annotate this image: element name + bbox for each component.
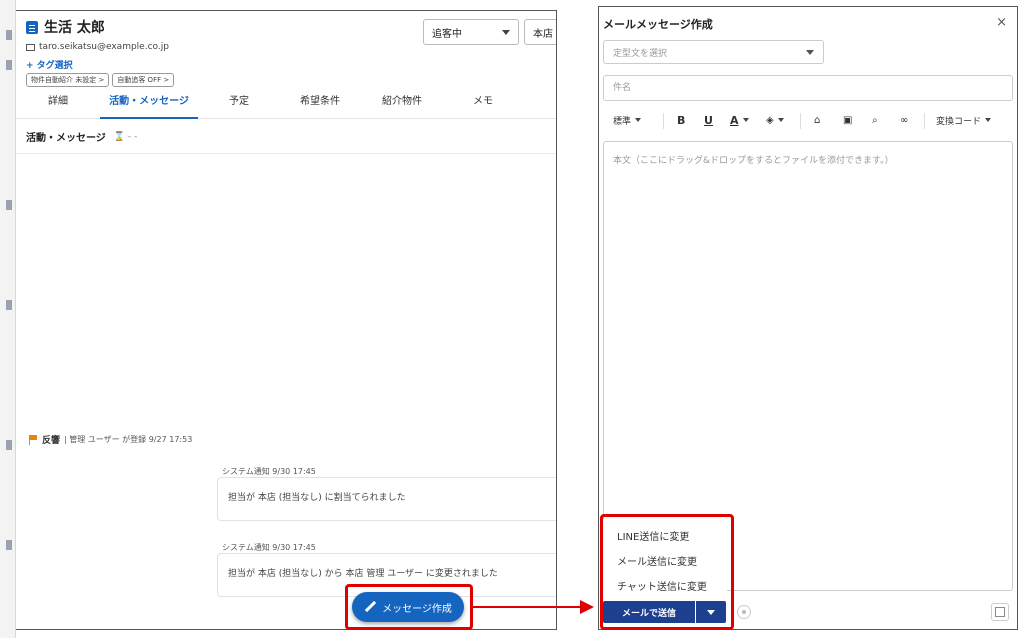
tab-schedule[interactable]: 予定: [208, 89, 270, 119]
dialog-title: メールメッセージ作成: [603, 18, 713, 31]
text-style-label: 標準: [613, 116, 632, 127]
underline-icon[interactable]: U: [704, 107, 713, 133]
document-icon: [26, 20, 38, 34]
body-placeholder: 本文（ここにドラッグ&ドロップをするとファイルを添付できます。）: [613, 156, 894, 166]
font-color-button[interactable]: A: [730, 107, 749, 133]
customer-name-row: 生活 太郎: [26, 17, 174, 37]
section-title-text: 活動・メッセージ: [26, 133, 106, 144]
caret-down-icon: [502, 29, 510, 35]
hourglass-icon: ⌛ - -: [113, 131, 138, 142]
caret-down-icon: [985, 118, 992, 122]
toolbar-divider: [800, 113, 801, 129]
background-fragment: [6, 540, 12, 550]
close-icon[interactable]: ×: [996, 15, 1007, 30]
notice-meta: システム通知 9/30 17:45: [222, 543, 316, 552]
notice-meta: システム通知 9/30 17:45: [222, 467, 316, 476]
customer-header: 生活 太郎 taro.seikatsu@example.co.jp + タグ選択…: [26, 17, 175, 87]
status-select[interactable]: 追客中: [423, 19, 519, 45]
font-color-icon: A: [730, 113, 739, 127]
replace-code-label: 変換コード: [936, 116, 982, 127]
tab-details[interactable]: 詳細: [26, 89, 90, 119]
response-entry: 反響 | 管理 ユーザー が登録 9/27 17:53: [28, 433, 192, 446]
response-label: 反響: [42, 436, 61, 446]
bold-icon[interactable]: B: [677, 107, 685, 133]
toolbar-divider: [924, 113, 925, 129]
tab-memo[interactable]: メモ: [452, 89, 514, 119]
chip-row: 物件自動紹介 未設定 > 自動追客 OFF >: [26, 73, 175, 87]
tag-select-link[interactable]: + タグ選択: [26, 58, 174, 71]
customer-name: 生活 太郎: [44, 20, 105, 36]
branch-select[interactable]: 本店: [524, 19, 556, 45]
fill-color-icon: ◈: [766, 114, 774, 126]
subject-input[interactable]: [603, 75, 1013, 101]
caret-down-icon: [806, 49, 814, 55]
branch-value: 本店: [533, 28, 553, 40]
background-fragment: [6, 200, 12, 210]
replace-code-select[interactable]: 変換コード: [936, 107, 992, 133]
background-fragment: [6, 60, 12, 70]
annotation-arrow: [473, 606, 581, 608]
background-fragment: [6, 30, 12, 40]
customer-email: taro.seikatsu@example.co.jp: [39, 42, 169, 52]
tab-introduced-properties[interactable]: 紹介物件: [366, 89, 438, 119]
tab-preferences[interactable]: 希望条件: [284, 89, 356, 119]
response-detail: | 管理 ユーザー が登録 9/27 17:53: [64, 435, 193, 444]
template-placeholder: 定型文を選択: [613, 48, 668, 59]
mail-icon: [26, 43, 35, 51]
template-select[interactable]: 定型文を選択: [603, 40, 824, 64]
annotation-arrow-head: [580, 600, 594, 614]
status-value: 追客中: [432, 28, 462, 40]
flag-icon: [28, 434, 38, 445]
auto-follow-chip[interactable]: 自動追客 OFF >: [112, 73, 175, 87]
image-icon[interactable]: ▣: [843, 107, 852, 133]
caret-down-icon: [635, 118, 642, 122]
toolbar-divider: [663, 113, 664, 129]
eye-icon[interactable]: [737, 605, 751, 619]
email-row: taro.seikatsu@example.co.jp: [26, 42, 174, 52]
background-page-edge: [0, 0, 16, 638]
attach-icon[interactable]: ⌕: [872, 107, 878, 133]
notice-card: 担当が 本店 (担当なし) に割当てられました: [217, 477, 556, 521]
home-icon[interactable]: ⌂: [814, 107, 820, 133]
text-style-select[interactable]: 標準: [613, 107, 642, 133]
background-fragment: [6, 440, 12, 450]
save-icon[interactable]: [991, 603, 1009, 621]
fill-color-button[interactable]: ◈: [766, 107, 784, 133]
auto-property-chip[interactable]: 物件自動紹介 未設定 >: [26, 73, 110, 87]
section-title: 活動・メッセージ ⌛ - -: [26, 129, 138, 145]
editor-toolbar: 標準 B U A ◈ ⌂ ▣ ⌕ ∞ 変換コード: [603, 107, 1013, 133]
tab-activity-messages[interactable]: 活動・メッセージ: [100, 89, 198, 119]
section-divider: [16, 153, 556, 154]
customer-detail-panel: 生活 太郎 taro.seikatsu@example.co.jp + タグ選択…: [16, 10, 557, 630]
caret-down-icon: [742, 118, 749, 122]
background-fragment: [6, 300, 12, 310]
caret-down-icon: [777, 118, 784, 122]
send-menu-highlight: [600, 514, 734, 630]
link-icon[interactable]: ∞: [900, 107, 908, 133]
tab-bar: 詳細 活動・メッセージ 予定 希望条件 紹介物件 メモ: [16, 89, 556, 119]
fab-highlight: [345, 584, 473, 630]
